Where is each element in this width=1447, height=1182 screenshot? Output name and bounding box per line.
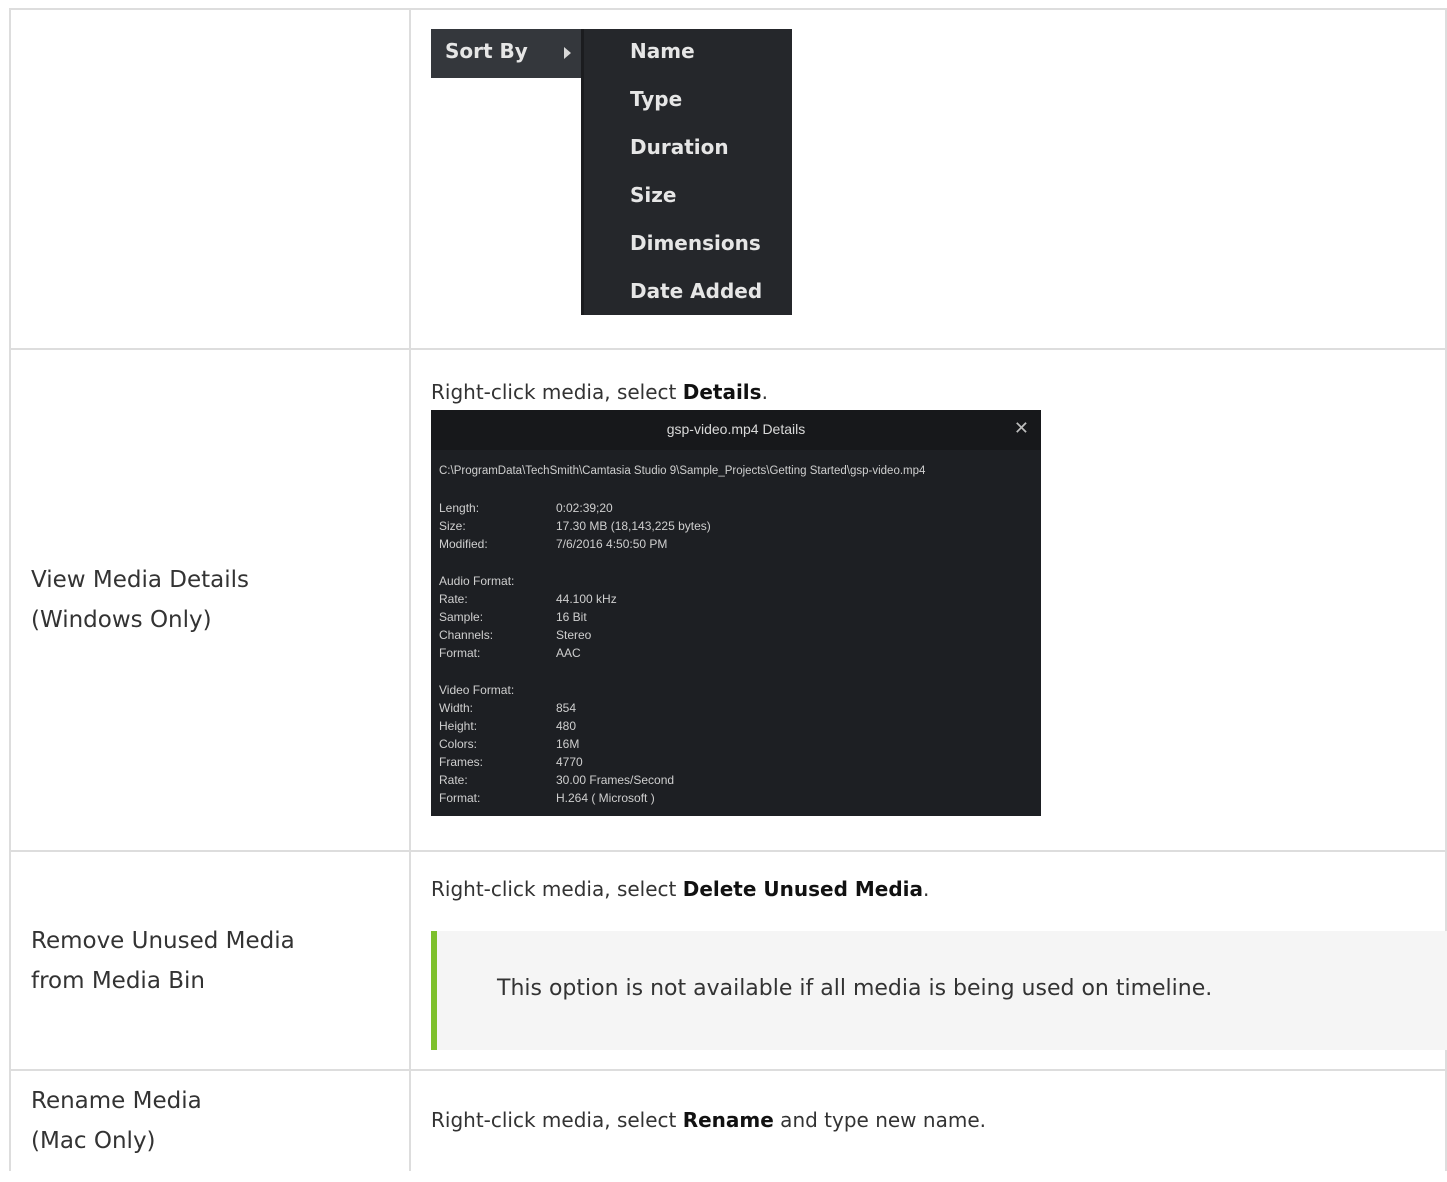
table-row: Rename Media (Mac Only) Right-click medi…: [9, 1069, 1447, 1171]
detail-key: Colors:: [439, 737, 478, 751]
instruction-bold: Details: [682, 380, 762, 404]
table-cell-label: View Media Details (Windows Only): [9, 348, 411, 852]
detail-key: Channels:: [439, 628, 494, 642]
instruction-prefix: Right-click media, select: [431, 877, 683, 901]
file-path: C:\ProgramData\TechSmith\Camtasia Studio…: [439, 465, 926, 477]
detail-value: 854: [556, 701, 577, 715]
table-cell-label: Rename Media (Mac Only): [9, 1069, 411, 1171]
detail-value: 16M: [556, 737, 580, 751]
sort-option-type[interactable]: Type: [630, 87, 682, 111]
detail-value: 7/6/2016 4:50:50 PM: [556, 537, 668, 551]
detail-key: Format:: [439, 646, 481, 660]
media-details-dialog: gsp-video.mp4 Details ✕ C:\ProgramData\T…: [431, 410, 1041, 816]
detail-key: Modified:: [439, 537, 488, 551]
instruction-suffix: and type new name.: [773, 1108, 986, 1132]
instruction-prefix: Right-click media, select: [431, 1108, 683, 1132]
row-subtitle: (Windows Only): [31, 607, 212, 633]
sort-option-date-added[interactable]: Date Added: [630, 279, 762, 303]
instruction-bold: Delete Unused Media: [682, 877, 923, 901]
detail-value: 480: [556, 719, 577, 733]
detail-key: Frames:: [439, 755, 484, 769]
detail-value: 16 Bit: [556, 610, 587, 624]
detail-value: 4770: [556, 755, 583, 769]
detail-key: Height:: [439, 719, 478, 733]
row-title: Rename Media: [31, 1088, 202, 1114]
table-cell-content: Right-click media, select Delete Unused …: [409, 850, 1447, 1071]
instruction-suffix: .: [923, 877, 930, 901]
instruction-suffix: .: [761, 380, 768, 404]
detail-value: Stereo: [556, 628, 592, 642]
sort-option-duration[interactable]: Duration: [630, 135, 729, 159]
detail-key: Rate:: [439, 592, 468, 606]
sort-option-name[interactable]: Name: [630, 39, 695, 63]
detail-value: AAC: [556, 646, 581, 660]
sort-option-dimensions[interactable]: Dimensions: [630, 231, 761, 255]
row-title: Remove Unused Media: [31, 927, 295, 954]
detail-value: 30.00 Frames/Second: [556, 773, 675, 787]
section-header: Video Format:: [439, 683, 515, 697]
row-subtitle: from Media Bin: [31, 967, 205, 994]
table-cell-content: Right-click media, select Details. gsp-v…: [409, 348, 1447, 852]
detail-key: Length:: [439, 501, 480, 515]
close-icon[interactable]: ✕: [1014, 418, 1029, 439]
sort-option-size[interactable]: Size: [630, 183, 676, 207]
table-cell-content: Sort By Name Type Duration Size Dimensio…: [409, 8, 1447, 350]
table-cell-content: Right-click media, select Rename and typ…: [409, 1069, 1447, 1171]
detail-key: Sample:: [439, 610, 484, 624]
sort-by-label: Sort By: [445, 39, 528, 63]
instruction-text: Right-click media, select Details.: [431, 380, 768, 404]
sort-by-submenu: Name Type Duration Size Dimensions Date …: [581, 29, 792, 315]
submenu-arrow-icon: [564, 47, 571, 59]
detail-value: 0:02:39;20: [556, 501, 613, 515]
instruction-bold: Rename: [682, 1108, 774, 1132]
table-row: Remove Unused Media from Media Bin Right…: [9, 850, 1447, 1071]
instruction-text: Right-click media, select Rename and typ…: [431, 1108, 986, 1132]
detail-key: Size:: [439, 519, 466, 533]
sort-by-menu-item[interactable]: Sort By: [431, 29, 586, 78]
media-actions-table: Sort By Name Type Duration Size Dimensio…: [9, 8, 1447, 1171]
detail-value: 17.30 MB (18,143,225 bytes): [556, 519, 711, 533]
detail-key: Rate:: [439, 773, 468, 787]
note-callout: This option is not available if all medi…: [431, 931, 1447, 1050]
row-title: View Media Details: [31, 567, 250, 593]
detail-value: H.264 ( Microsoft ): [556, 791, 655, 805]
table-row: View Media Details (Windows Only) Right-…: [9, 348, 1447, 852]
detail-key: Width:: [439, 701, 474, 715]
table-cell-label: [9, 8, 411, 350]
detail-value: 44.100 kHz: [556, 592, 617, 606]
detail-key: Format:: [439, 791, 481, 805]
instruction-prefix: Right-click media, select: [431, 380, 683, 404]
table-row: Sort By Name Type Duration Size Dimensio…: [9, 8, 1447, 350]
note-text: This option is not available if all medi…: [497, 976, 1213, 1001]
instruction-text: Right-click media, select Delete Unused …: [431, 877, 929, 901]
table-cell-label: Remove Unused Media from Media Bin: [9, 850, 411, 1071]
row-subtitle: (Mac Only): [31, 1128, 156, 1154]
section-header: Audio Format:: [439, 574, 515, 588]
dialog-title: gsp-video.mp4 Details: [666, 421, 806, 437]
